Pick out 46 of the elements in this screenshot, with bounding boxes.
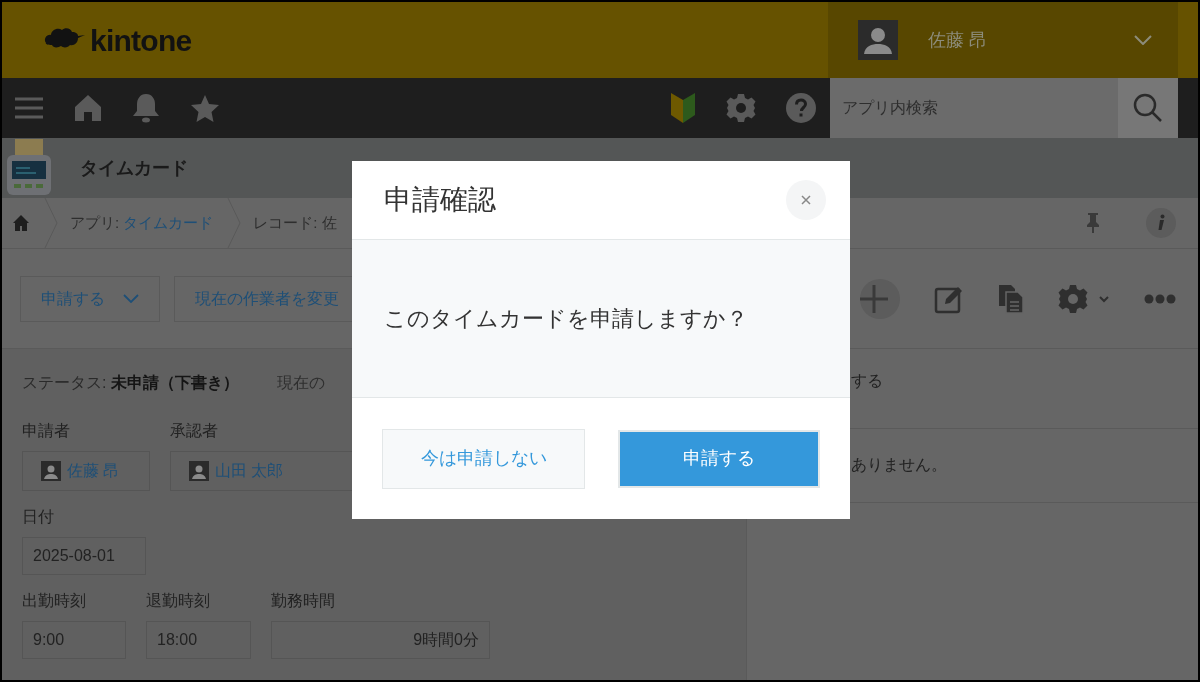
user-avatar-icon — [858, 20, 898, 60]
cancel-button[interactable]: 今は申請しない — [382, 428, 585, 489]
panel-text: する — [851, 372, 883, 389]
dialog-message: このタイムカードを申請しますか？ — [384, 305, 748, 333]
field-label: 勤務時間 — [271, 591, 336, 611]
close-button[interactable] — [786, 180, 826, 220]
field-value: 18:00 — [146, 621, 251, 659]
chevron-down-icon — [1134, 35, 1152, 45]
search-field[interactable]: アプリ内検索 — [830, 78, 1118, 138]
field-value: 9時間0分 — [271, 621, 490, 659]
settings-icon[interactable] — [726, 93, 756, 123]
copy-icon[interactable] — [998, 283, 1024, 314]
field-label: 申請者 — [22, 421, 71, 441]
user-avatar-icon — [41, 461, 61, 481]
action-dropdown-button[interactable]: 申請する — [20, 275, 160, 322]
user-avatar-icon — [189, 461, 209, 481]
star-icon[interactable] — [190, 93, 220, 123]
field-label: 承認者 — [170, 421, 219, 441]
search-button[interactable] — [1118, 78, 1178, 138]
menu-icon[interactable] — [14, 96, 44, 120]
user-menu[interactable]: 佐藤 昂 — [828, 2, 1178, 78]
user-field: 佐藤 昂 — [22, 451, 150, 491]
search-icon — [1133, 93, 1163, 123]
bell-icon[interactable] — [132, 93, 160, 123]
chevron-down-icon — [123, 294, 139, 303]
close-icon — [801, 195, 811, 205]
home-icon[interactable] — [12, 214, 30, 232]
home-icon[interactable] — [74, 94, 102, 122]
field-label: 退勤時刻 — [146, 591, 211, 611]
app-title: タイムカード — [80, 156, 188, 180]
more-icon[interactable] — [1144, 293, 1176, 304]
field-label: 日付 — [22, 507, 55, 527]
submit-button[interactable]: 申請する — [618, 429, 820, 488]
field-value: 9:00 — [22, 621, 126, 659]
settings-dropdown-icon[interactable] — [1058, 283, 1110, 314]
field-label: 出勤時刻 — [22, 591, 87, 611]
breadcrumb-item: レコード: 佐 — [253, 212, 337, 233]
pin-icon[interactable] — [1086, 212, 1100, 234]
field-value: 2025-08-01 — [22, 537, 146, 575]
time-clock-icon — [6, 139, 52, 197]
help-icon[interactable] — [786, 93, 816, 123]
dialog-title: 申請確認 — [384, 183, 497, 217]
panel-text: ありません。 — [851, 456, 947, 473]
info-icon[interactable] — [1146, 208, 1176, 238]
beginner-mark-icon[interactable] — [670, 92, 696, 124]
logo-text: kintone — [90, 22, 192, 59]
